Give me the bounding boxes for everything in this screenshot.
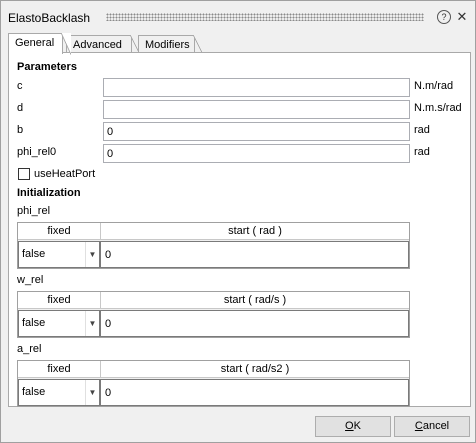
- param-label-c: c: [17, 80, 23, 92]
- tab-bar: General Advanced Modifiers: [8, 33, 472, 55]
- start-header: start ( rad ): [101, 223, 409, 240]
- element-dialog: ElastoBacklash ? ✕ General Advanced Modi…: [0, 0, 476, 443]
- param-label-b: b: [17, 124, 24, 136]
- tab-label: Advanced: [73, 39, 122, 51]
- chevron-down-icon[interactable]: ▼: [85, 242, 99, 267]
- window-title: ElastoBacklash: [8, 11, 91, 25]
- help-icon[interactable]: ?: [437, 10, 451, 24]
- use-heat-port-checkbox[interactable]: [18, 168, 30, 180]
- start-input[interactable]: [100, 241, 409, 268]
- fixed-select-value: false: [22, 386, 46, 398]
- tab-label: General: [15, 37, 55, 49]
- init-label-a-rel: a_rel: [17, 343, 42, 355]
- param-input-c[interactable]: [103, 78, 410, 97]
- param-unit-phi-rel0: rad: [414, 146, 430, 158]
- param-input-b[interactable]: [103, 122, 410, 141]
- init-grid-w-rel: fixed start ( rad/s ) false ▼: [17, 291, 410, 338]
- param-label-phi-rel0: phi_rel0: [17, 146, 57, 158]
- init-label-phi-rel: phi_rel: [17, 205, 51, 217]
- init-label-w-rel: w_rel: [17, 274, 44, 286]
- general-panel: Parameters c N.m/rad d N.m.s/rad b rad p…: [8, 52, 471, 407]
- title-bar[interactable]: ElastoBacklash ? ✕: [1, 1, 475, 31]
- initialization-heading: Initialization: [17, 187, 81, 199]
- param-unit-c: N.m/rad: [414, 80, 454, 92]
- param-input-d[interactable]: [103, 100, 410, 119]
- close-icon[interactable]: ✕: [455, 10, 469, 24]
- fixed-select-value: false: [22, 317, 46, 329]
- fixed-header: fixed: [18, 361, 101, 378]
- drag-grip[interactable]: [106, 13, 424, 21]
- fixed-select[interactable]: false ▼: [18, 310, 100, 337]
- param-unit-b: rad: [414, 124, 430, 136]
- start-input[interactable]: [100, 379, 409, 406]
- param-input-phi-rel0[interactable]: [103, 144, 410, 163]
- init-grid-phi-rel: fixed start ( rad ) false ▼: [17, 222, 410, 269]
- start-input[interactable]: [100, 310, 409, 337]
- init-grid-a-rel: fixed start ( rad/s2 ) false ▼: [17, 360, 410, 407]
- use-heat-port-label: useHeatPort: [34, 168, 96, 180]
- cancel-button[interactable]: Cancel: [394, 416, 470, 437]
- start-header: start ( rad/s2 ): [101, 361, 409, 378]
- tab-label: Modifiers: [145, 39, 190, 51]
- chevron-down-icon[interactable]: ▼: [85, 311, 99, 336]
- param-unit-d: N.m.s/rad: [414, 102, 462, 114]
- tab-general[interactable]: General: [8, 33, 71, 55]
- fixed-select[interactable]: false ▼: [18, 379, 100, 406]
- fixed-select-value: false: [22, 248, 46, 260]
- fixed-header: fixed: [18, 292, 101, 309]
- fixed-header: fixed: [18, 223, 101, 240]
- ok-button[interactable]: OK: [315, 416, 391, 437]
- parameters-heading: Parameters: [17, 61, 77, 73]
- start-header: start ( rad/s ): [101, 292, 409, 309]
- chevron-down-icon[interactable]: ▼: [85, 380, 99, 405]
- param-label-d: d: [17, 102, 24, 114]
- fixed-select[interactable]: false ▼: [18, 241, 100, 268]
